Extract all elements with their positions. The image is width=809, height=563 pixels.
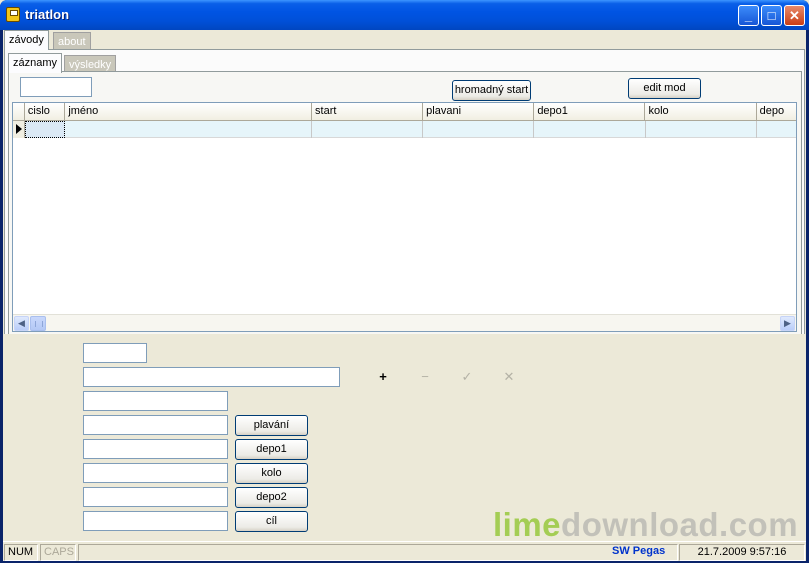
scroll-thumb[interactable]: [30, 316, 46, 331]
close-button[interactable]: ✕: [784, 5, 805, 26]
grid-header: cislo jméno start plavani depo1 kolo dep…: [13, 103, 796, 121]
scroll-right-icon[interactable]: ▶: [780, 316, 795, 331]
minimize-button[interactable]: _: [738, 5, 759, 26]
table-cell[interactable]: [312, 121, 424, 138]
name-field[interactable]: [83, 367, 340, 387]
minimize-icon: _: [744, 8, 753, 23]
edit-mode-button[interactable]: edit mod: [628, 78, 701, 99]
bike-time-field[interactable]: [83, 463, 228, 483]
num-indicator: NUM: [4, 544, 38, 561]
depo1-time-field[interactable]: [83, 439, 228, 459]
column-header[interactable]: depo: [757, 103, 796, 121]
cancel-record-icon[interactable]: ✕: [502, 370, 516, 384]
column-header[interactable]: depo1: [534, 103, 646, 121]
table-cell[interactable]: [65, 121, 313, 138]
column-header[interactable]: cislo: [25, 103, 66, 121]
swim-time-field[interactable]: [83, 415, 228, 435]
column-header[interactable]: jméno: [65, 103, 313, 121]
swim-button[interactable]: plavání: [235, 415, 308, 436]
column-header[interactable]: kolo: [645, 103, 757, 121]
client-area: závody about záznamy výsledky hromadný s…: [3, 30, 806, 561]
finish-button[interactable]: cíl: [235, 511, 308, 532]
window-title: triatlon: [25, 7, 70, 22]
watermark-part1: lime: [493, 506, 562, 543]
title-bar[interactable]: triatlon _ □ ✕: [0, 0, 809, 30]
delete-record-icon[interactable]: −: [418, 370, 432, 384]
tab-zaznamy[interactable]: záznamy: [8, 53, 62, 73]
scroll-left-icon[interactable]: ◀: [14, 316, 29, 331]
tab-zavody[interactable]: závody: [4, 30, 49, 50]
table-cell[interactable]: [24, 121, 66, 138]
bike-button[interactable]: kolo: [235, 463, 308, 484]
row-header-corner: [13, 103, 25, 121]
tab-about[interactable]: about: [53, 32, 91, 49]
watermark-logo: limedownload.com: [493, 506, 798, 544]
close-icon: ✕: [789, 7, 800, 23]
depo2-button[interactable]: depo2: [235, 487, 308, 508]
tab-vysledky[interactable]: výsledky: [64, 55, 116, 72]
mass-start-button[interactable]: hromadný start: [452, 80, 531, 101]
table-cell[interactable]: [646, 121, 757, 138]
filter-input[interactable]: [20, 77, 92, 97]
number-field[interactable]: [83, 343, 147, 363]
records-grid[interactable]: cislo jméno start plavani depo1 kolo dep…: [12, 102, 797, 332]
datetime-label: 21.7.2009 9:57:16: [679, 544, 805, 561]
caps-indicator: CAPS: [40, 544, 76, 561]
brand-label: SW Pegas: [612, 545, 666, 557]
column-header[interactable]: start: [312, 103, 424, 121]
maximize-button[interactable]: □: [761, 5, 782, 26]
current-row-arrow-icon: [13, 121, 25, 138]
finish-time-field[interactable]: [83, 511, 228, 531]
table-cell[interactable]: [534, 121, 646, 138]
column-header[interactable]: plavani: [423, 103, 535, 121]
status-bar: NUM CAPS SW Pegas 21.7.2009 9:57:16: [3, 541, 806, 561]
confirm-record-icon[interactable]: ✓: [460, 370, 474, 384]
start-field[interactable]: [83, 391, 228, 411]
app-icon: [6, 7, 20, 22]
table-cell[interactable]: [757, 121, 796, 138]
horizontal-scrollbar[interactable]: ◀ ▶: [13, 314, 796, 331]
watermark-part2: download.com: [561, 506, 799, 543]
add-record-icon[interactable]: +: [376, 370, 390, 384]
depo1-button[interactable]: depo1: [235, 439, 308, 460]
table-cell[interactable]: [423, 121, 535, 138]
status-spacer: [78, 544, 678, 561]
app-window: triatlon _ □ ✕ závody about záznamy výsl…: [0, 0, 809, 563]
table-row[interactable]: [13, 121, 796, 138]
depo2-time-field[interactable]: [83, 487, 228, 507]
maximize-icon: □: [767, 8, 776, 23]
